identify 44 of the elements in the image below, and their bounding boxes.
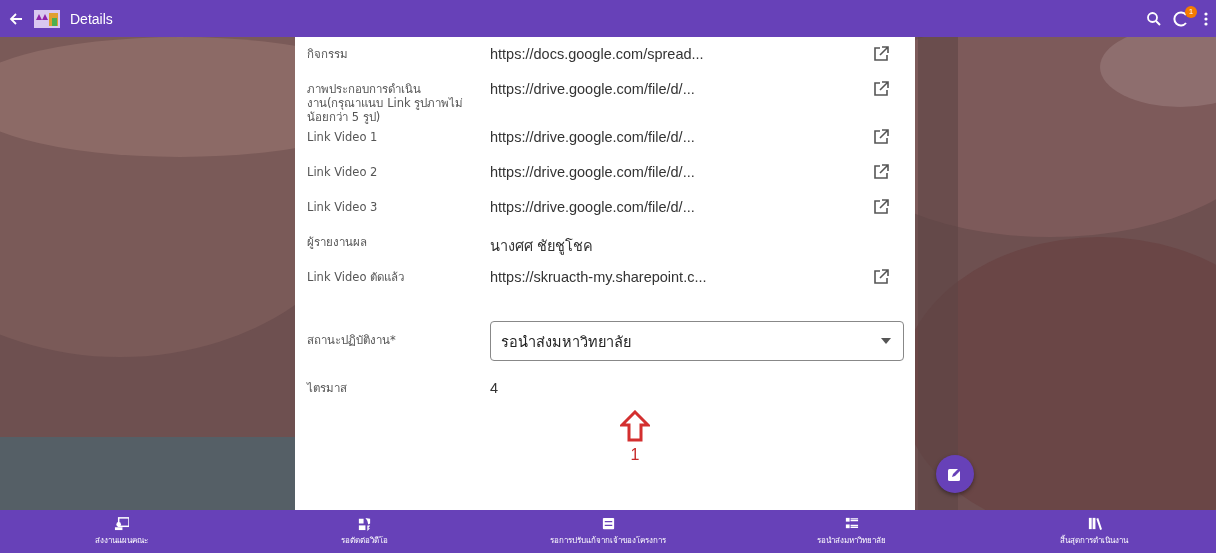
search-button[interactable] bbox=[1146, 10, 1162, 27]
open-link-icon[interactable] bbox=[873, 129, 889, 145]
back-button[interactable] bbox=[8, 10, 24, 27]
window-title: Details bbox=[70, 10, 113, 27]
bottom-nav-item[interactable]: รอตัดต่อวิดีโอ bbox=[243, 510, 487, 553]
field-label: สถานะปฏิบัติงาน* bbox=[307, 332, 397, 347]
up-arrow-icon bbox=[620, 410, 650, 442]
books-icon bbox=[1086, 516, 1102, 531]
bottom-nav-item[interactable]: รอการปรับแก้จากเจ้าของโครงการ bbox=[486, 510, 730, 553]
field-label: Link Video ตัดแล้ว bbox=[307, 269, 406, 284]
open-link-icon[interactable] bbox=[873, 164, 889, 180]
open-link-icon[interactable] bbox=[873, 81, 889, 97]
sliders-icon bbox=[600, 516, 616, 531]
field-label: Link Video 3 bbox=[307, 199, 379, 214]
field-label: กิจกรรม bbox=[307, 46, 349, 61]
field-label: ไตรมาส bbox=[307, 380, 348, 395]
field-value: https://drive.google.com/file/d/... bbox=[490, 198, 696, 215]
field-value: https://drive.google.com/file/d/... bbox=[490, 128, 696, 145]
open-link-icon[interactable] bbox=[873, 199, 889, 215]
field-value: https://docs.google.com/spread... bbox=[490, 45, 705, 62]
status-dropdown[interactable]: รอนำส่งมหาวิทยาลัย bbox=[490, 321, 904, 361]
field-value: นางศศ ชัยชูโชค bbox=[490, 237, 595, 257]
list-icon bbox=[843, 516, 859, 531]
presenter-screen-icon bbox=[114, 516, 130, 531]
notification-badge: 1 bbox=[1185, 5, 1197, 18]
field-value: https://skruacth-my.sharepoint.c... bbox=[490, 268, 708, 285]
field-value: https://drive.google.com/file/d/... bbox=[490, 163, 696, 180]
field-label: ภาพประกอบการดำเนินงาน(กรุณาแนบ Link รูปภาพไม่น้อยกว่า 5 รูป) bbox=[307, 81, 465, 124]
media-icon bbox=[357, 516, 373, 531]
dropdown-caret-icon bbox=[881, 338, 891, 344]
open-link-icon[interactable] bbox=[873, 46, 889, 62]
field-label: Link Video 2 bbox=[307, 164, 379, 179]
field-label: ผู้รายงานผล bbox=[307, 234, 368, 249]
field-value: https://drive.google.com/file/d/... bbox=[490, 80, 696, 97]
bottom-nav-item[interactable]: รอนำส่งมหาวิทยาลัย bbox=[729, 510, 973, 553]
open-link-icon[interactable] bbox=[873, 269, 889, 285]
annotation-label: 1 bbox=[630, 446, 640, 464]
bottom-nav-item[interactable]: สิ้นสุดการดำเนินงาน bbox=[972, 510, 1216, 553]
field-value: 4 bbox=[490, 379, 500, 396]
field-label: Link Video 1 bbox=[307, 129, 379, 144]
menu-button[interactable] bbox=[1204, 10, 1208, 27]
app-logo-icon bbox=[34, 9, 60, 28]
bottom-nav-item[interactable]: ส่งงานแผนคณะ bbox=[0, 510, 244, 553]
edit-icon bbox=[947, 466, 963, 482]
